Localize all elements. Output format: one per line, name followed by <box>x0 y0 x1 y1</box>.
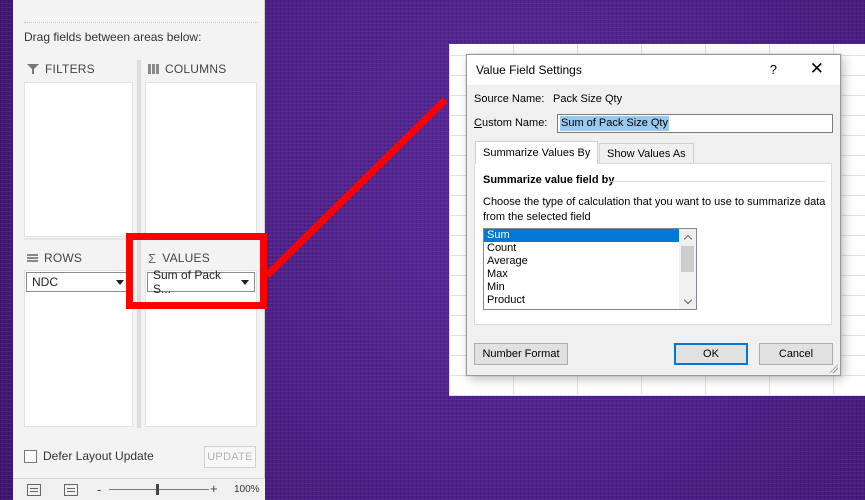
custom-name-value: Sum of Pack Size Qty <box>560 116 669 131</box>
filters-area-header: FILTERS <box>27 59 95 79</box>
section-divider <box>607 181 825 182</box>
source-name-value: Pack Size Qty <box>553 93 623 105</box>
normal-view-icon[interactable] <box>27 484 41 496</box>
section-heading: Summarize value field by <box>483 174 615 186</box>
value-field-settings-dialog: Value Field Settings ? ✕ Source Name: Pa… <box>466 54 841 376</box>
highlight-box <box>126 233 267 309</box>
list-item[interactable]: Product <box>484 294 679 307</box>
calculation-listbox[interactable]: Sum Count Average Max Min Product <box>483 228 697 310</box>
zoom-slider[interactable] <box>109 489 209 490</box>
scroll-thumb[interactable] <box>681 246 694 272</box>
pointer-line <box>264 97 448 278</box>
zoom-out-icon[interactable]: - <box>97 482 101 497</box>
filters-label: FILTERS <box>45 62 95 76</box>
rows-icon <box>27 253 38 263</box>
section-description: Choose the type of calculation that you … <box>483 196 826 223</box>
chevron-down-icon <box>683 295 692 304</box>
zoom-in-icon[interactable]: + <box>210 481 218 496</box>
update-button[interactable]: UPDATE <box>204 446 256 468</box>
rows-area-header: ROWS <box>27 248 82 268</box>
listbox-scrollbar[interactable] <box>679 229 696 309</box>
defer-layout-update[interactable]: Defer Layout Update <box>24 449 154 463</box>
custom-name-input[interactable]: Sum of Pack Size Qty <box>557 114 833 133</box>
columns-drop-area[interactable] <box>145 82 257 237</box>
scroll-down-button[interactable] <box>679 293 696 309</box>
summarize-tab-panel: Summarize value field by Choose the type… <box>474 163 832 325</box>
list-item[interactable]: Min <box>484 281 679 294</box>
columns-area-header: COLUMNS <box>148 59 226 79</box>
rows-field-ndc[interactable]: NDC <box>26 272 130 292</box>
drag-hint: Drag fields between areas below: <box>24 30 202 44</box>
dialog-titlebar[interactable]: Value Field Settings ? ✕ <box>467 55 840 85</box>
number-format-button[interactable]: Number Format <box>474 343 568 365</box>
zoom-level[interactable]: 100% <box>234 484 260 495</box>
rows-drop-area[interactable] <box>24 270 133 427</box>
scroll-up-button[interactable] <box>679 229 696 245</box>
custom-name-label: Custom Name: <box>474 117 548 129</box>
list-item[interactable]: Count <box>484 242 679 255</box>
help-button[interactable]: ? <box>770 62 777 77</box>
defer-layout-label: Defer Layout Update <box>43 449 154 463</box>
cancel-button[interactable]: Cancel <box>759 343 833 365</box>
list-item[interactable]: Sum <box>484 229 679 242</box>
status-bar: - + 100% <box>13 478 265 500</box>
filter-icon <box>27 64 39 74</box>
ok-button[interactable]: OK <box>674 343 748 365</box>
dropdown-arrow-icon[interactable] <box>116 279 124 285</box>
chevron-up-icon <box>683 234 692 243</box>
columns-label: COLUMNS <box>165 62 227 76</box>
close-icon[interactable]: ✕ <box>810 59 824 79</box>
list-item[interactable]: Max <box>484 268 679 281</box>
pane-divider <box>24 22 258 23</box>
tab-show-values-as[interactable]: Show Values As <box>599 143 694 163</box>
rows-field-label: NDC <box>32 275 58 289</box>
resize-grip-icon[interactable] <box>828 363 838 373</box>
tab-summarize-values-by[interactable]: Summarize Values By <box>475 141 599 164</box>
columns-icon <box>148 64 159 74</box>
filters-drop-area[interactable] <box>24 82 133 237</box>
list-item[interactable]: Average <box>484 255 679 268</box>
rows-label: ROWS <box>44 251 83 265</box>
page-layout-view-icon[interactable] <box>64 484 78 496</box>
zoom-slider-thumb[interactable] <box>156 484 159 495</box>
source-name-label: Source Name: <box>474 93 545 105</box>
defer-layout-checkbox[interactable] <box>24 449 37 463</box>
dialog-title: Value Field Settings <box>476 63 582 77</box>
